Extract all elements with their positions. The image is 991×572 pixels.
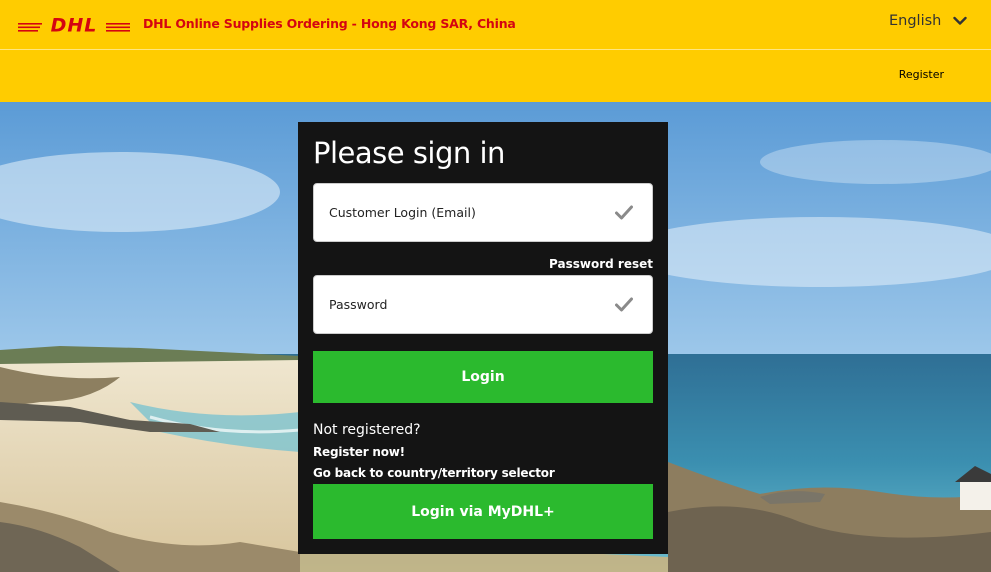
- dhl-logo[interactable]: DHL: [18, 14, 130, 34]
- site-title: DHL Online Supplies Ordering - Hong Kong…: [143, 16, 516, 31]
- check-icon: [615, 297, 633, 312]
- country-selector-link[interactable]: Go back to country/territory selector: [313, 466, 555, 480]
- login-panel: Please sign in Password reset Login Not …: [298, 122, 668, 554]
- header-nav-bar: Register: [0, 51, 991, 102]
- register-now-link[interactable]: Register now!: [313, 445, 405, 459]
- register-link[interactable]: Register: [899, 68, 944, 81]
- page-title: Please sign in: [313, 136, 505, 170]
- check-icon: [615, 205, 633, 220]
- language-label: English: [889, 13, 942, 29]
- language-selector[interactable]: English: [889, 13, 968, 29]
- chevron-down-icon: [953, 16, 968, 25]
- password-field[interactable]: [313, 275, 653, 334]
- login-button[interactable]: Login: [313, 351, 653, 403]
- svg-text:DHL: DHL: [51, 15, 98, 35]
- password-reset-link[interactable]: Password reset: [549, 257, 653, 271]
- not-registered-text: Not registered?: [313, 422, 421, 438]
- email-field[interactable]: [313, 183, 653, 242]
- mydhl-login-button[interactable]: Login via MyDHL+: [313, 484, 653, 539]
- email-input[interactable]: [329, 184, 609, 241]
- header-top-bar: DHL DHL Online Supplies Ordering - Hong …: [0, 0, 991, 50]
- password-input[interactable]: [329, 276, 609, 333]
